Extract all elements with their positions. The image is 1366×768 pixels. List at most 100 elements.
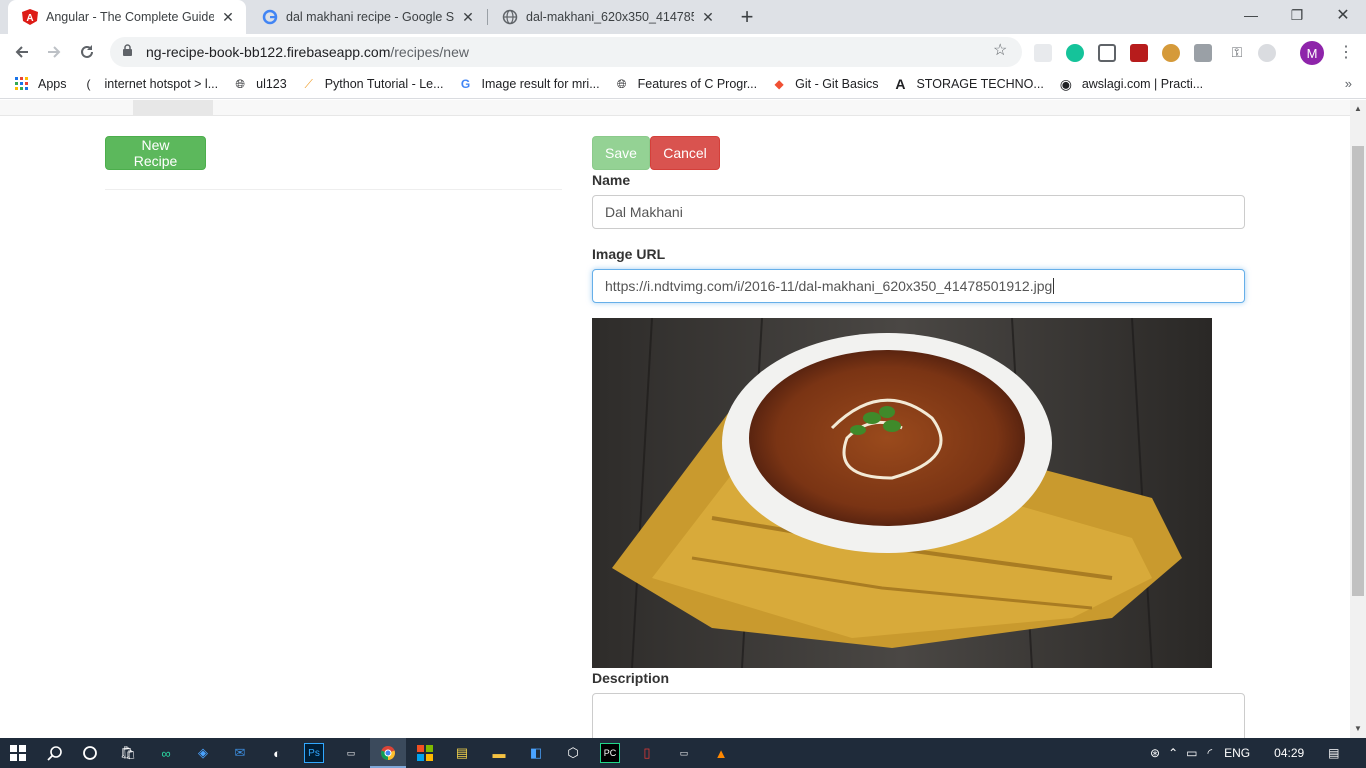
bookmark-image-result[interactable]: G Image result for mri... [458,76,600,92]
grammarly-icon[interactable] [1066,44,1084,62]
page-content: New Recipe Save Cancel Name Dal Makhani … [0,100,1350,738]
bookmark-label: awslagi.com | Practi... [1081,77,1204,91]
bookmark-apps[interactable]: Apps [14,76,67,92]
file-explorer-icon[interactable]: ▬ [489,743,509,763]
profile-avatar[interactable]: M [1300,41,1324,65]
recipe-image-preview [592,318,1212,668]
tab-angular[interactable]: A Angular - The Complete Guide ✕ [8,0,246,34]
key-icon[interactable]: ⚿ [1228,44,1246,62]
photoshop-icon[interactable]: Ps [304,743,324,763]
save-button[interactable]: Save [592,136,650,170]
bookmark-label: Python Tutorial - Le... [324,77,444,91]
tab-strip: A Angular - The Complete Guide ✕ dal mak… [0,0,1366,34]
chevron-up-icon[interactable]: ⌃ [1168,746,1178,760]
battery-icon[interactable]: ▭ [1186,746,1197,760]
cmd-icon[interactable]: ▭ [674,743,694,763]
steam-icon[interactable]: ◐ [267,743,287,763]
bookmark-label: Features of C Progr... [637,77,758,91]
notes-icon[interactable]: ▤ [452,743,472,763]
mail-icon[interactable]: ✉ [230,743,250,763]
system-tray: ⊛ ⌃ ▭ ◜ ENG 04:29 ▤ [1150,738,1340,768]
divider [105,189,562,190]
hotspot-icon: ( [86,77,91,91]
restore-button[interactable]: ❐ [1274,0,1320,30]
new-recipe-button[interactable]: New Recipe [105,136,206,170]
clock[interactable]: 04:29 [1274,746,1304,760]
bookmark-label: internet hotspot > l... [104,77,219,91]
bookmark-python[interactable]: ⟋ Python Tutorial - Le... [301,76,444,92]
windows-taskbar: 🛍︎ ∞ ◈ ✉ ◐ Ps ▭ ▤ ▬ ◧ ⬡ PC ▯ ▭ ▲ ⊛ ⌃ ▭ ◜… [0,738,1366,768]
tab-google-search[interactable]: dal makhani recipe - Google Search ✕ [248,0,486,34]
bookmark-star-icon[interactable]: ☆ [993,40,1007,60]
description-label: Description [592,670,670,686]
name-value: Dal Makhani [605,204,683,220]
new-tab-button[interactable]: + [734,4,760,30]
url-path: /recipes/new [390,44,469,60]
cookie-icon[interactable] [1162,44,1180,62]
language-indicator[interactable]: ENG [1224,746,1250,760]
menu-icon[interactable]: ⋮ [1338,42,1354,62]
close-icon[interactable]: ✕ [700,9,716,25]
forward-button[interactable] [40,38,68,66]
scrollbar-thumb[interactable] [1352,146,1364,596]
bookmark-hotspot[interactable]: ( internet hotspot > l... [81,76,219,92]
minimize-button[interactable]: — [1228,0,1274,30]
bookmark-git[interactable]: ◆ Git - Git Basics [771,76,879,92]
photo-extension-icon[interactable] [1194,44,1212,62]
chrome-icon[interactable] [378,743,398,763]
dropbox-icon[interactable]: ◈ [193,743,213,763]
letter-a-icon: A [895,76,906,92]
search-icon[interactable] [45,743,65,763]
cube-icon[interactable] [1098,44,1116,62]
circle-icon: ◉ [1059,75,1072,92]
reload-button[interactable] [73,38,101,66]
pycharm-icon[interactable]: PC [600,743,620,763]
cancel-button[interactable]: Cancel [650,136,720,170]
close-icon[interactable]: ✕ [460,9,476,25]
tab-title: Angular - The Complete Guide [46,10,214,24]
bookmarks-bar: Apps ( internet hotspot > l... 🌐︎ ul123 … [0,70,1366,99]
tab-image[interactable]: dal-makhani_620x350_41478501912.jpg ✕ [488,0,726,34]
image-url-label: Image URL [592,246,666,262]
store-icon[interactable]: 🛍︎ [118,743,138,763]
terminal-icon[interactable]: ▭ [341,743,361,763]
notification-icon[interactable]: ▤ [1328,746,1339,760]
dark-mode-icon[interactable] [1258,44,1276,62]
back-button[interactable] [8,38,36,66]
wifi-icon[interactable]: ◜ [1207,746,1212,760]
bookmark-label: STORAGE TECHNO... [916,77,1044,91]
tab-title: dal makhani recipe - Google Search [286,10,454,24]
windows-start-icon[interactable] [8,743,28,763]
office-app-icon[interactable]: ▯ [637,743,657,763]
tab-title: dal-makhani_620x350_41478501912.jpg [526,10,694,24]
pdf-icon[interactable] [1130,44,1148,62]
app-navbar [0,100,1350,116]
arduino-icon[interactable]: ∞ [156,743,176,763]
bookmark-awslagi[interactable]: ◉ awslagi.com | Practi... [1058,76,1203,92]
more-bookmarks-icon[interactable]: » [1345,76,1352,91]
url-host: ng-recipe-book-bb122.firebaseapp.com [146,44,391,60]
vscode-icon[interactable]: ◧ [526,743,546,763]
cortana-icon[interactable] [80,743,100,763]
description-textarea[interactable] [592,693,1245,738]
page-scrollbar[interactable]: ▲ ▼ [1350,100,1366,738]
vlc-icon[interactable]: ▲ [711,743,731,763]
office-icon[interactable] [415,743,435,763]
scroll-down-icon[interactable]: ▼ [1354,724,1362,733]
apps-grid-icon [14,76,30,92]
close-icon[interactable]: ✕ [220,9,236,25]
extension-pages-icon[interactable] [1034,44,1052,62]
window-close-button[interactable]: ✕ [1320,0,1366,30]
nav-active-item[interactable] [133,100,213,115]
scroll-up-icon[interactable]: ▲ [1354,104,1362,113]
image-url-input[interactable]: https://i.ndtvimg.com/i/2016-11/dal-makh… [592,269,1245,303]
tray-status-icon[interactable]: ⊛ [1150,746,1160,760]
bookmark-ul123[interactable]: 🌐︎ ul123 [232,76,286,92]
globe-icon: 🌐︎ [616,76,627,91]
virtualbox-icon[interactable]: ⬡ [563,743,583,763]
name-input[interactable]: Dal Makhani [592,195,1245,229]
bookmark-storage[interactable]: A STORAGE TECHNO... [892,76,1043,92]
bookmark-label: Git - Git Basics [795,77,879,91]
bookmark-c-programming[interactable]: 🌐︎ Features of C Progr... [614,76,758,92]
address-bar[interactable]: ng-recipe-book-bb122.firebaseapp.com/rec… [110,37,1022,67]
